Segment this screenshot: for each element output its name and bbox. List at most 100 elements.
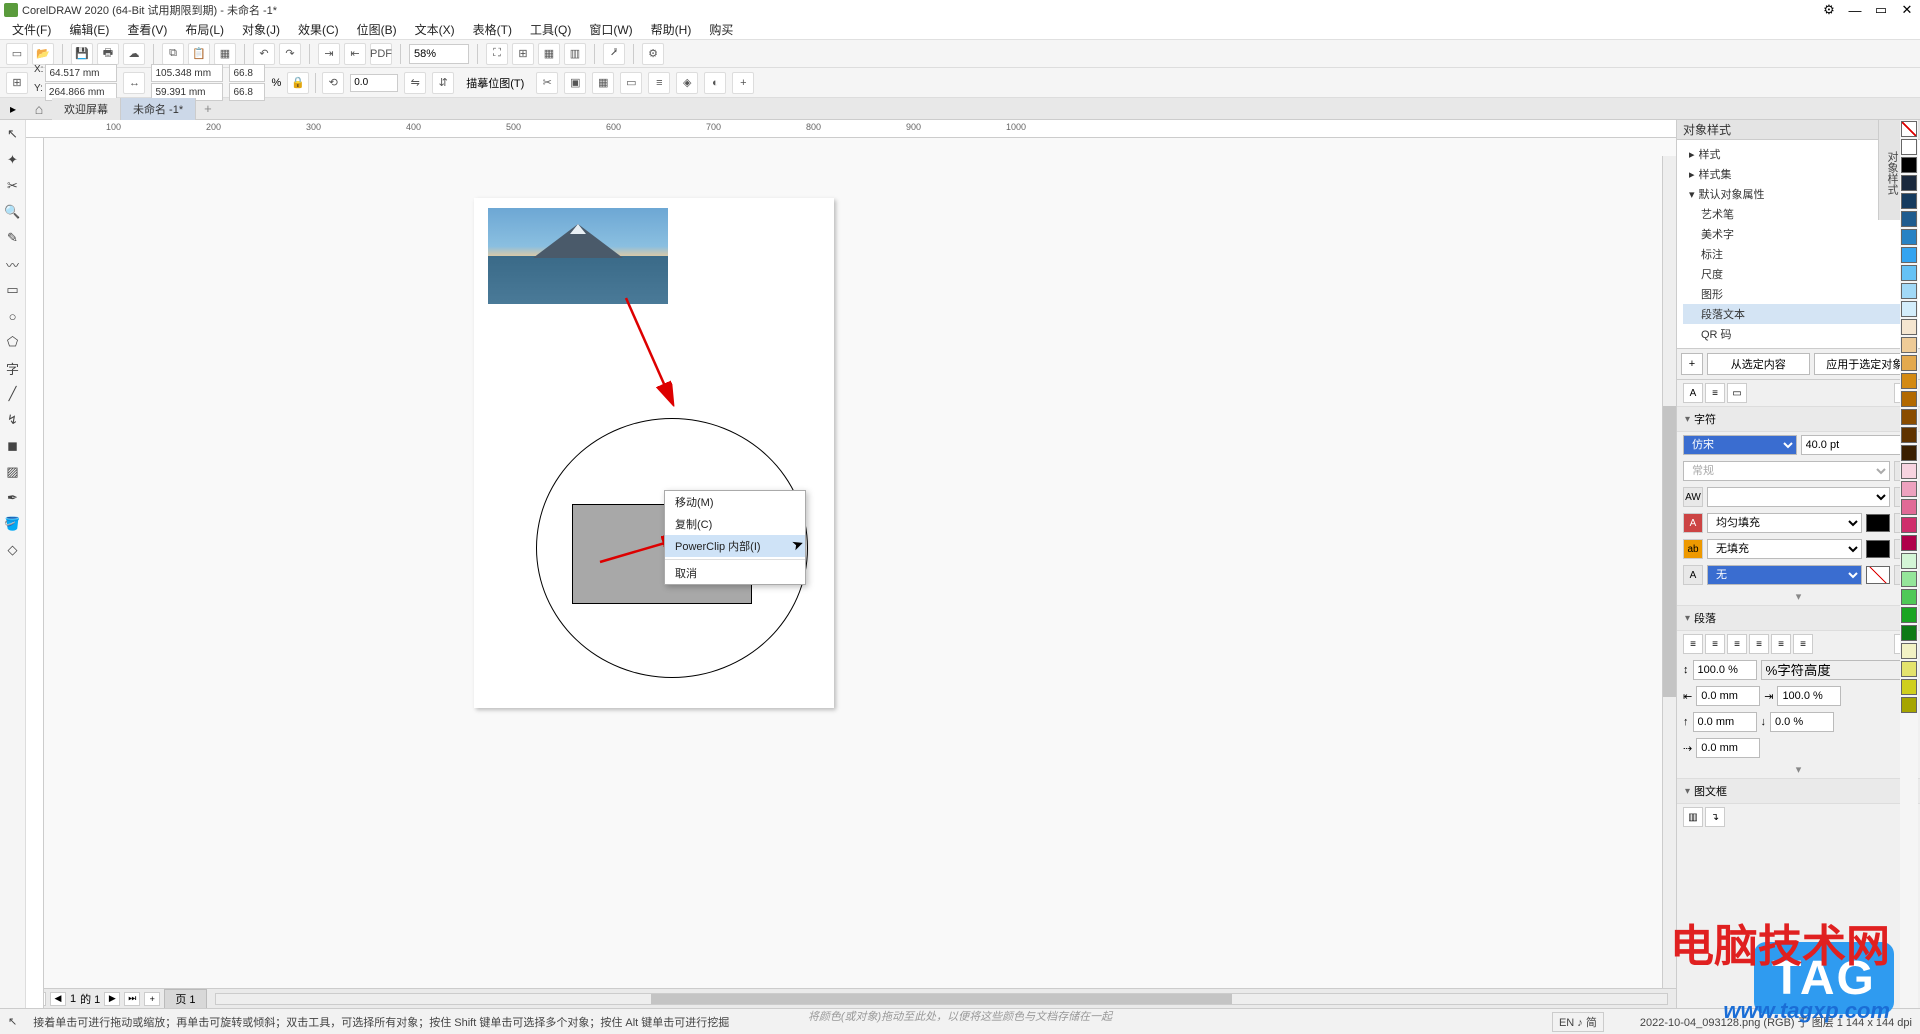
line-space-pct-input[interactable] bbox=[1693, 660, 1757, 680]
prev-page-button[interactable]: ◀ bbox=[50, 992, 66, 1006]
color-swatch[interactable] bbox=[1901, 625, 1917, 641]
zoom-level-input[interactable]: 58% bbox=[409, 44, 469, 64]
eyedropper-icon[interactable]: ✒ bbox=[3, 488, 23, 508]
color-swatch[interactable] bbox=[1901, 229, 1917, 245]
scale-x-input[interactable]: 66.8 bbox=[229, 64, 265, 82]
crop-tool-icon[interactable]: ✂ bbox=[3, 176, 23, 196]
mirror-h-button[interactable]: ⇋ bbox=[404, 72, 426, 94]
menu-buy[interactable]: 购买 bbox=[703, 19, 739, 40]
color-swatch[interactable] bbox=[1901, 409, 1917, 425]
right-indent-input[interactable] bbox=[1777, 686, 1841, 706]
parallel-dim-icon[interactable]: ╱ bbox=[3, 384, 23, 404]
copy-button[interactable]: ⧉ bbox=[162, 43, 184, 65]
text-tool-icon[interactable]: 字 bbox=[3, 358, 23, 378]
color-swatch[interactable] bbox=[1901, 499, 1917, 515]
outline-type-select[interactable]: 无填充 bbox=[1707, 539, 1862, 559]
color-swatch[interactable] bbox=[1901, 157, 1917, 173]
settings-icon[interactable]: ⚙ bbox=[1820, 2, 1838, 18]
straighten-button[interactable]: ▭ bbox=[620, 72, 642, 94]
color-swatch[interactable] bbox=[1901, 697, 1917, 713]
ellipse-tool-icon[interactable]: ○ bbox=[3, 306, 23, 326]
crop-button[interactable]: ✂ bbox=[536, 72, 558, 94]
horizontal-scrollbar[interactable] bbox=[215, 993, 1669, 1005]
color-swatch[interactable] bbox=[1901, 301, 1917, 317]
new-style-button[interactable]: + bbox=[1681, 353, 1703, 375]
menu-text[interactable]: 文本(X) bbox=[409, 19, 461, 40]
minimize-button[interactable]: — bbox=[1846, 2, 1864, 18]
next-page-button[interactable]: ▶ bbox=[104, 992, 120, 1006]
resample-button[interactable]: ▦ bbox=[592, 72, 614, 94]
freehand-tool-icon[interactable]: ✎ bbox=[3, 228, 23, 248]
export-button[interactable]: ⇤ bbox=[344, 43, 366, 65]
import-button[interactable]: ⇥ bbox=[318, 43, 340, 65]
menu-object[interactable]: 对象(J) bbox=[236, 19, 286, 40]
tree-item-artistic-text[interactable]: 美术字 bbox=[1683, 224, 1914, 244]
color-swatch[interactable] bbox=[1901, 571, 1917, 587]
maximize-button[interactable]: ▭ bbox=[1872, 2, 1890, 18]
angle-input[interactable]: 0.0 bbox=[350, 74, 398, 92]
align-right-button[interactable]: ≡ bbox=[1749, 634, 1769, 654]
edit-bitmap-button[interactable]: ▣ bbox=[564, 72, 586, 94]
no-color-swatch[interactable] bbox=[1866, 566, 1890, 584]
color-swatch[interactable] bbox=[1901, 535, 1917, 551]
canvas[interactable]: 移动(M) 复制(C) PowerClip 内部(I) 取消 ➤ bbox=[44, 138, 1676, 988]
font-weight-select[interactable]: 常规 bbox=[1683, 461, 1890, 481]
lock-ratio-button[interactable]: 🔒 bbox=[287, 72, 309, 94]
align-justify-button[interactable]: ≡ bbox=[1771, 634, 1791, 654]
tab-welcome[interactable]: 欢迎屏幕 bbox=[52, 98, 121, 120]
options-button[interactable]: ⚙ bbox=[642, 43, 664, 65]
menu-edit[interactable]: 编辑(E) bbox=[63, 19, 115, 40]
color-swatch[interactable] bbox=[1901, 427, 1917, 443]
layers-button[interactable]: ◈ bbox=[676, 72, 698, 94]
color-swatch[interactable] bbox=[1901, 607, 1917, 623]
add-page-button[interactable]: + bbox=[144, 992, 160, 1006]
color-swatch[interactable] bbox=[1901, 373, 1917, 389]
ime-indicator[interactable]: EN ♪ 简 bbox=[1552, 1012, 1604, 1032]
transparency-tool-icon[interactable]: ▨ bbox=[3, 462, 23, 482]
color-swatch[interactable] bbox=[1901, 481, 1917, 497]
menu-tools[interactable]: 工具(Q) bbox=[524, 19, 577, 40]
clipboard-button[interactable]: ▦ bbox=[214, 43, 236, 65]
color-swatch[interactable] bbox=[1901, 337, 1917, 353]
font-family-select[interactable]: 仿宋 bbox=[1683, 435, 1797, 455]
color-swatch[interactable] bbox=[1901, 355, 1917, 371]
launch-button[interactable]: ⭷ bbox=[603, 43, 625, 65]
connector-tool-icon[interactable]: ↯ bbox=[3, 410, 23, 430]
color-swatch[interactable] bbox=[1901, 553, 1917, 569]
expand-para-icon[interactable]: ▾ bbox=[1677, 761, 1920, 778]
pick-tool-tab-icon[interactable]: ▸ bbox=[0, 102, 26, 116]
tab-document[interactable]: 未命名 -1* bbox=[121, 98, 196, 120]
docker-side-tab[interactable]: 对象样式 bbox=[1878, 120, 1900, 220]
grid-button[interactable]: ⊞ bbox=[512, 43, 534, 65]
fill-tool-icon[interactable]: 🪣 bbox=[3, 514, 23, 534]
before-space-input[interactable] bbox=[1693, 712, 1757, 732]
artistic-media-icon[interactable]: 〰 bbox=[3, 254, 23, 274]
color-swatch[interactable] bbox=[1901, 679, 1917, 695]
left-indent-input[interactable] bbox=[1696, 686, 1760, 706]
mirror-v-button[interactable]: ⇵ bbox=[432, 72, 454, 94]
tree-item-dimension[interactable]: 尺度 bbox=[1683, 264, 1914, 284]
last-page-button[interactable]: ⏭ bbox=[124, 992, 140, 1006]
wrap-button[interactable]: ≡ bbox=[648, 72, 670, 94]
undo-button[interactable]: ↶ bbox=[253, 43, 275, 65]
drop-shadow-icon[interactable]: ◼ bbox=[3, 436, 23, 456]
cloud-button[interactable]: ☁ bbox=[123, 43, 145, 65]
color-swatch[interactable] bbox=[1901, 175, 1917, 191]
save-button[interactable]: 💾 bbox=[71, 43, 93, 65]
color-swatch[interactable] bbox=[1901, 211, 1917, 227]
zoom-tool-icon[interactable]: 🔍 bbox=[3, 202, 23, 222]
from-selection-button[interactable]: 从选定内容 bbox=[1707, 353, 1810, 375]
align-center-button[interactable]: ≡ bbox=[1727, 634, 1747, 654]
add-button[interactable]: + bbox=[732, 72, 754, 94]
outline-color-swatch[interactable] bbox=[1866, 540, 1890, 558]
format-text-icon[interactable]: A bbox=[1683, 383, 1703, 403]
menu-window[interactable]: 窗口(W) bbox=[583, 19, 638, 40]
scale-y-input[interactable]: 66.8 bbox=[229, 83, 265, 101]
color-swatch[interactable] bbox=[1901, 445, 1917, 461]
first-line-input[interactable] bbox=[1696, 738, 1760, 758]
polygon-tool-icon[interactable]: ⬠ bbox=[3, 332, 23, 352]
align-left-button[interactable]: ≡ bbox=[1705, 634, 1725, 654]
swatch-none[interactable] bbox=[1901, 121, 1917, 137]
redo-button[interactable]: ↷ bbox=[279, 43, 301, 65]
ctx-copy[interactable]: 复制(C) bbox=[665, 513, 805, 535]
